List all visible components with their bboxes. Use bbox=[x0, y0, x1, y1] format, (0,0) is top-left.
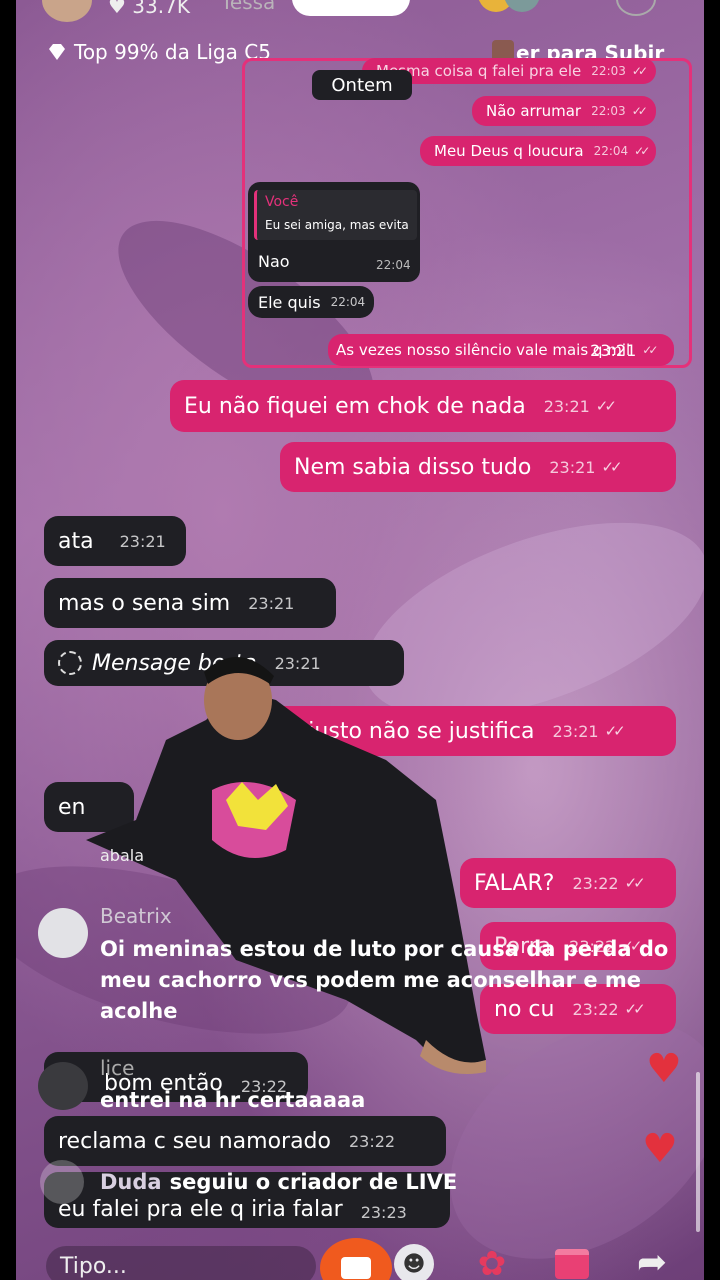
message-bubble: As vezes nosso silêncio vale mais q mil … bbox=[328, 334, 674, 366]
read-ticks-icon: ✓✓ bbox=[631, 104, 648, 118]
message-bubble: Eu não fiquei em chok de nada 23:21 ✓✓ bbox=[170, 380, 676, 432]
read-ticks-icon: ✓✓ bbox=[631, 64, 648, 78]
message-bubble: ata 23:21 bbox=[44, 516, 186, 566]
message-bubble: mas o sena sim 23:21 bbox=[44, 578, 336, 628]
date-chip: Ontem bbox=[312, 70, 412, 100]
commenter-name[interactable]: Beatrix bbox=[100, 904, 172, 928]
scrollbar[interactable] bbox=[696, 1072, 700, 1232]
follow-icon bbox=[40, 1160, 84, 1204]
follow-text: seguiu o criador de LIVE bbox=[169, 1170, 458, 1194]
like-count: ♥ 33.7K bbox=[108, 0, 190, 18]
gem-icon bbox=[49, 44, 65, 60]
comment-input[interactable]: Tipo... bbox=[46, 1246, 316, 1280]
close-icon[interactable] bbox=[616, 0, 656, 16]
message-bubble: O justo não se justifica 23:21 ✓✓ bbox=[270, 706, 676, 756]
message-bubble: Mensage berta 23:21 bbox=[44, 640, 404, 686]
rose-icon[interactable]: ✿ bbox=[470, 1242, 514, 1280]
message-bubble: Ele quis 22:04 bbox=[248, 286, 374, 318]
message-bubble: Não arrumar 22:03 ✓✓ bbox=[472, 96, 656, 126]
follow-user[interactable]: Duda bbox=[100, 1170, 162, 1194]
comment-placeholder: Tipo... bbox=[60, 1253, 127, 1279]
camera-icon[interactable] bbox=[320, 1238, 392, 1280]
read-ticks-icon: ✓✓ bbox=[601, 458, 622, 476]
commenter-name[interactable]: lice bbox=[100, 1056, 134, 1080]
message-bubble: en bbox=[44, 782, 134, 832]
read-ticks-icon: ✓✓ bbox=[604, 722, 626, 740]
follow-button[interactable] bbox=[292, 0, 410, 16]
live-stream-view: ♥ 33.7K Iessa Top 99% da Liga C5 er para… bbox=[16, 0, 704, 1280]
host-avatar[interactable] bbox=[42, 0, 92, 22]
viewer-avatar bbox=[504, 0, 540, 12]
gift-icon[interactable] bbox=[550, 1242, 594, 1280]
message-bubble: FALAR? 23:22 ✓✓ bbox=[460, 858, 676, 908]
message-bubble: reclama c seu namorado 23:22 bbox=[44, 1116, 446, 1166]
follow-notice: Duda seguiu o criador de LIVE bbox=[40, 1160, 457, 1204]
host-username: Iessa bbox=[224, 0, 276, 14]
reply-bubble: Você Eu sei amiga, mas evita Nao 22:04 bbox=[248, 182, 420, 282]
message-bubble: Nem sabia disso tudo 23:21 ✓✓ bbox=[280, 442, 676, 492]
commenter-avatar[interactable] bbox=[38, 908, 88, 958]
quote-author: Você bbox=[265, 194, 299, 210]
emoji-icon[interactable]: ☻ bbox=[394, 1244, 434, 1280]
league-text: Top 99% da Liga C5 bbox=[74, 40, 271, 64]
message-time: 22:04 bbox=[376, 258, 411, 272]
read-ticks-icon: ✓✓ bbox=[634, 144, 650, 158]
live-comment-text: Oi meninas estou de luto por causa da pe… bbox=[100, 937, 669, 1023]
loading-icon bbox=[58, 651, 82, 675]
share-icon[interactable]: ➦ bbox=[628, 1240, 676, 1280]
quote-text: Eu sei amiga, mas evita bbox=[265, 218, 409, 232]
commenter-avatar[interactable] bbox=[38, 1062, 88, 1110]
league-badge[interactable]: Top 99% da Liga C5 bbox=[46, 40, 271, 64]
heart-icon: ♥ bbox=[642, 1126, 678, 1172]
read-ticks-icon: ✓✓ bbox=[624, 874, 646, 892]
viewer-avatars[interactable] bbox=[478, 0, 550, 12]
partial-label: abala bbox=[100, 846, 145, 865]
heart-icon: ♥ bbox=[646, 1046, 682, 1092]
read-ticks-icon: ✓✓ bbox=[595, 397, 617, 415]
read-ticks-icon: ✓✓ bbox=[642, 343, 658, 357]
live-comment-text: entrei na hr certaaaaa bbox=[100, 1088, 366, 1112]
message-bubble: Meu Deus q loucura 22:04 ✓✓ bbox=[420, 136, 656, 166]
quote-block: Você Eu sei amiga, mas evita bbox=[254, 190, 417, 240]
message-text: Nao bbox=[258, 252, 290, 271]
